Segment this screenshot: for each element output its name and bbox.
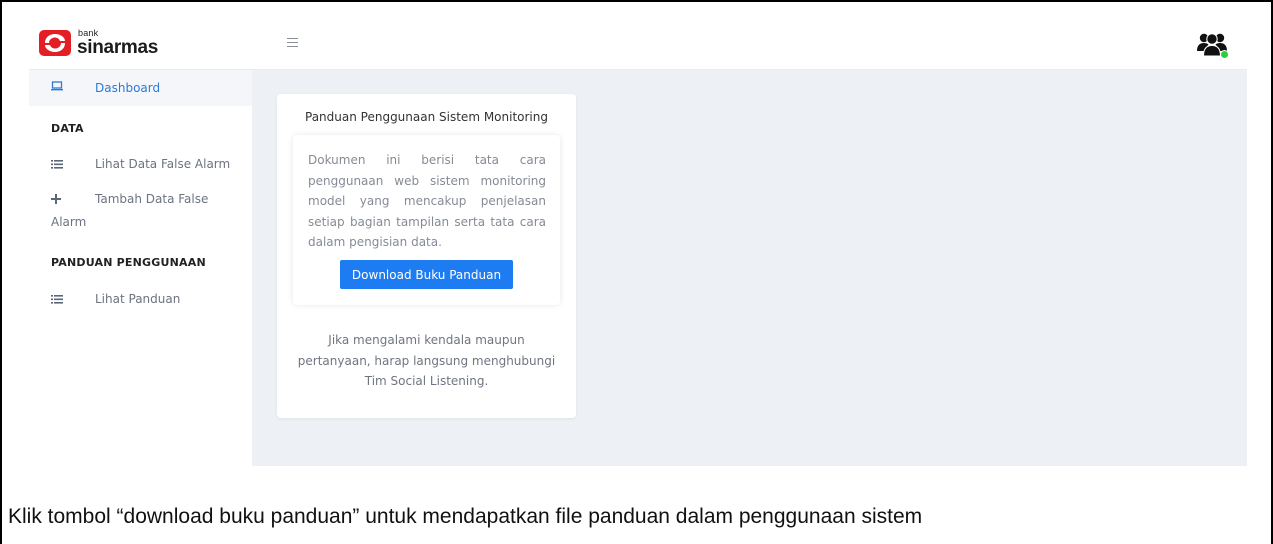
sidebar-heading-panduan: PANDUAN PENGGUNAAN	[51, 256, 206, 269]
contact-note: Jika mengalami kendala maupun pertanyaan…	[277, 330, 576, 392]
panduan-card: Panduan Penggunaan Sistem Monitoring Dok…	[277, 94, 576, 418]
download-buku-panduan-button[interactable]: Download Buku Panduan	[340, 260, 513, 289]
sidebar-item-lihat-panduan[interactable]: Lihat Panduan	[29, 292, 252, 313]
online-status-dot	[1220, 50, 1229, 59]
sidebar-item-label-cont: Alarm	[51, 215, 87, 229]
contact-note-line: pertanyaan, harap langsung menghubungi	[297, 353, 556, 368]
instruction-caption: Klik tombol “download buku panduan” untu…	[8, 505, 923, 528]
hamburger-icon[interactable]	[287, 38, 298, 48]
sinarmas-logo-icon	[39, 30, 71, 56]
brand-logo[interactable]: bank sinarmas	[39, 27, 175, 59]
sidebar-item-label: Lihat Data False Alarm	[95, 157, 231, 171]
document-description: Dokumen ini berisi tata cara penggunaan …	[308, 153, 546, 249]
contact-note-line: Tim Social Listening.	[364, 374, 489, 388]
top-header: bank sinarmas	[29, 20, 1247, 70]
sidebar-heading-data: DATA	[51, 122, 84, 135]
sidebar-item-label: Dashboard	[95, 81, 161, 95]
main-content: Panduan Penggunaan Sistem Monitoring Dok…	[253, 70, 1247, 466]
brand-name: sinarmas	[77, 37, 159, 58]
sidebar-item-label: Lihat Panduan	[95, 292, 181, 306]
sidebar-item-tambah-data-false-alarm[interactable]: Tambah Data False Alarm	[29, 192, 252, 234]
sidebar-item-label: Tambah Data False	[95, 192, 209, 206]
app-window: bank sinarmas Dashboard DATA Lihat Data …	[29, 20, 1247, 466]
sidebar-item-lihat-data-false-alarm[interactable]: Lihat Data False Alarm	[29, 157, 252, 178]
plus-icon	[51, 193, 61, 207]
list-icon	[51, 158, 63, 172]
brand-wordmark: bank sinarmas	[75, 27, 175, 59]
sidebar-item-dashboard[interactable]: Dashboard	[29, 70, 252, 106]
card-title: Panduan Penggunaan Sistem Monitoring	[305, 110, 548, 124]
laptop-icon	[51, 80, 63, 94]
list-icon	[51, 293, 63, 307]
document-info-box: Dokumen ini berisi tata cara penggunaan …	[293, 135, 560, 305]
contact-note-line: Jika mengalami kendala maupun	[328, 333, 525, 347]
user-menu[interactable]	[1197, 31, 1229, 59]
sidebar: Dashboard DATA Lihat Data False Alarm Ta…	[29, 70, 253, 466]
